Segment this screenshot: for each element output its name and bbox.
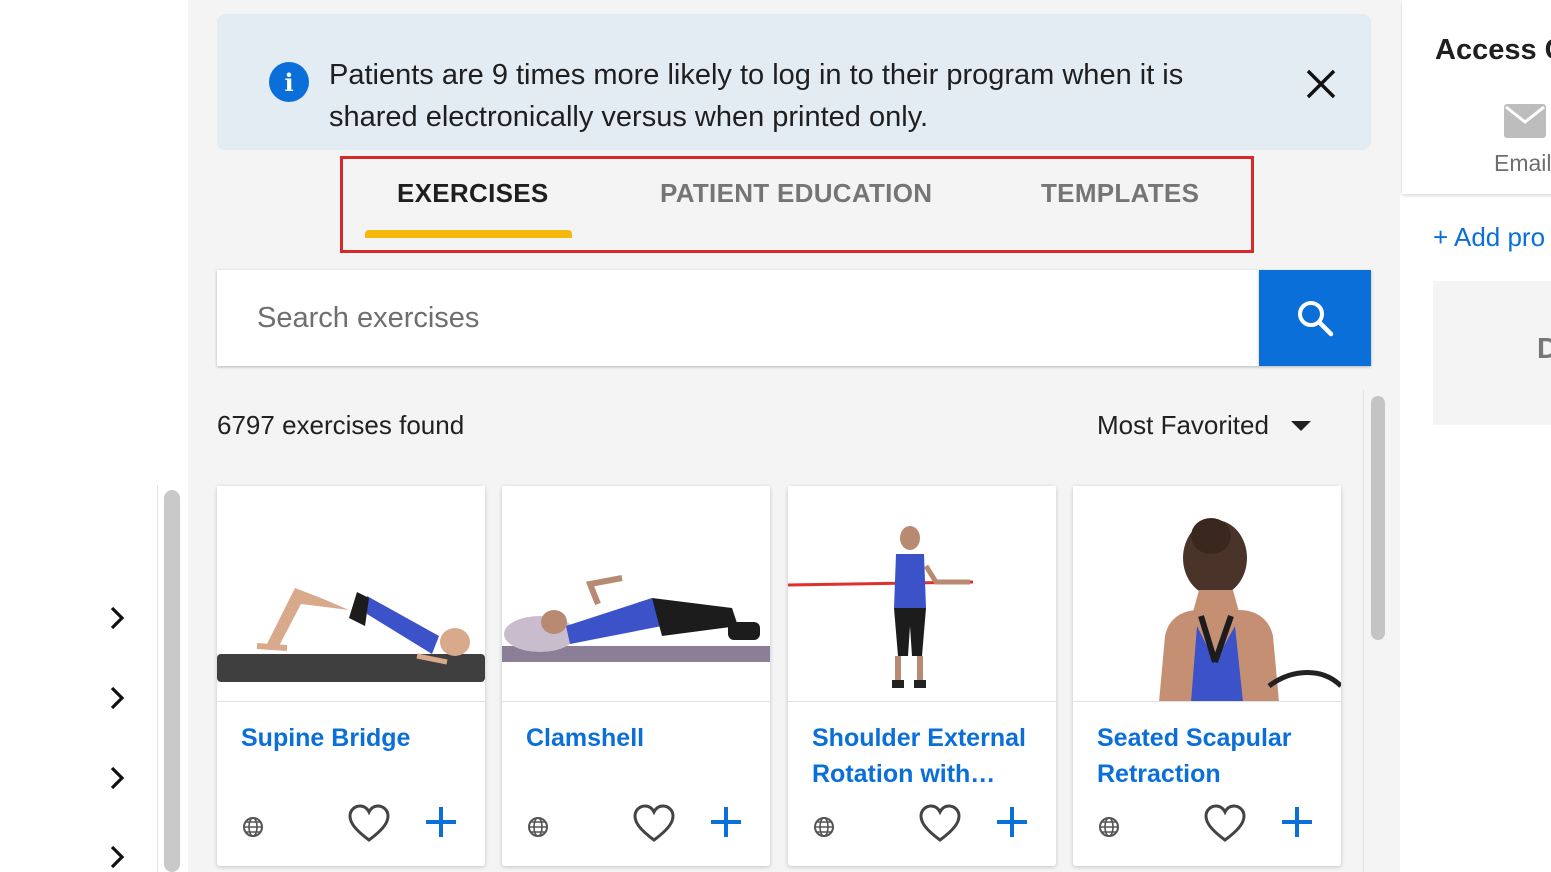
favorite-heart-icon[interactable] <box>633 804 675 844</box>
chevron-right-icon[interactable] <box>104 844 130 870</box>
exercise-title[interactable]: Supine Bridge <box>241 720 471 756</box>
add-provider-link[interactable]: + Add pro <box>1433 222 1545 253</box>
add-icon[interactable] <box>994 804 1030 840</box>
exercise-image <box>502 486 770 702</box>
info-box-text: D <box>1537 333 1551 365</box>
email-label[interactable]: Email <box>1494 150 1551 177</box>
active-tab-indicator <box>365 230 572 238</box>
close-icon[interactable] <box>1303 66 1339 102</box>
exercise-card[interactable]: Supine Bridge <box>217 486 485 866</box>
caret-down-icon <box>1290 420 1311 431</box>
exercise-image <box>1073 486 1341 702</box>
add-icon[interactable] <box>708 804 744 840</box>
favorite-heart-icon[interactable] <box>919 804 961 844</box>
favorite-heart-icon[interactable] <box>1204 804 1246 844</box>
email-icon[interactable] <box>1504 104 1546 138</box>
search-button[interactable] <box>1259 270 1371 366</box>
info-banner: i Patients are 9 times more likely to lo… <box>217 14 1371 150</box>
chevron-right-icon[interactable] <box>104 605 130 631</box>
tab-patient-education[interactable]: PATIENT EDUCATION <box>660 178 932 238</box>
access-title: Access C <box>1435 34 1551 66</box>
exercise-image <box>217 486 485 702</box>
exercise-title[interactable]: Shoulder External Rotation with… <box>812 720 1042 792</box>
exercise-card[interactable]: Seated Scapular Retraction <box>1073 486 1341 866</box>
globe-icon <box>243 817 263 837</box>
chevron-right-icon[interactable] <box>104 765 130 791</box>
exercise-title[interactable]: Clamshell <box>526 720 756 756</box>
access-panel: Access C Email + Add pro D <box>1400 0 1551 872</box>
exercise-title[interactable]: Seated Scapular Retraction <box>1097 720 1327 792</box>
access-card: Access C Email <box>1402 0 1551 194</box>
info-box: D <box>1433 281 1551 425</box>
exercise-library-panel: i Patients are 9 times more likely to lo… <box>188 0 1400 872</box>
left-panel <box>0 0 188 872</box>
tab-exercises[interactable]: EXERCISES <box>397 178 549 238</box>
add-icon[interactable] <box>423 804 459 840</box>
search-input[interactable] <box>257 298 1217 338</box>
globe-icon <box>814 817 834 837</box>
globe-icon <box>528 817 548 837</box>
add-icon[interactable] <box>1279 804 1315 840</box>
search-box <box>217 270 1259 366</box>
left-scrollbar-thumb[interactable] <box>164 490 180 872</box>
globe-icon <box>1099 817 1119 837</box>
exercise-card[interactable]: Clamshell <box>502 486 770 866</box>
favorite-heart-icon[interactable] <box>348 804 390 844</box>
results-scrollbar-thumb[interactable] <box>1371 396 1385 640</box>
search-icon <box>1298 301 1334 337</box>
exercise-image <box>788 486 1056 702</box>
chevron-right-icon[interactable] <box>104 685 130 711</box>
banner-text: Patients are 9 times more likely to log … <box>329 59 1184 133</box>
tab-templates[interactable]: TEMPLATES <box>1041 178 1199 238</box>
sort-dropdown[interactable]: Most Favorited <box>1097 410 1311 441</box>
results-count: 6797 exercises found <box>217 410 465 440</box>
info-icon: i <box>269 62 309 102</box>
sort-label: Most Favorited <box>1097 410 1269 440</box>
exercise-card[interactable]: Shoulder External Rotation with… <box>788 486 1056 866</box>
